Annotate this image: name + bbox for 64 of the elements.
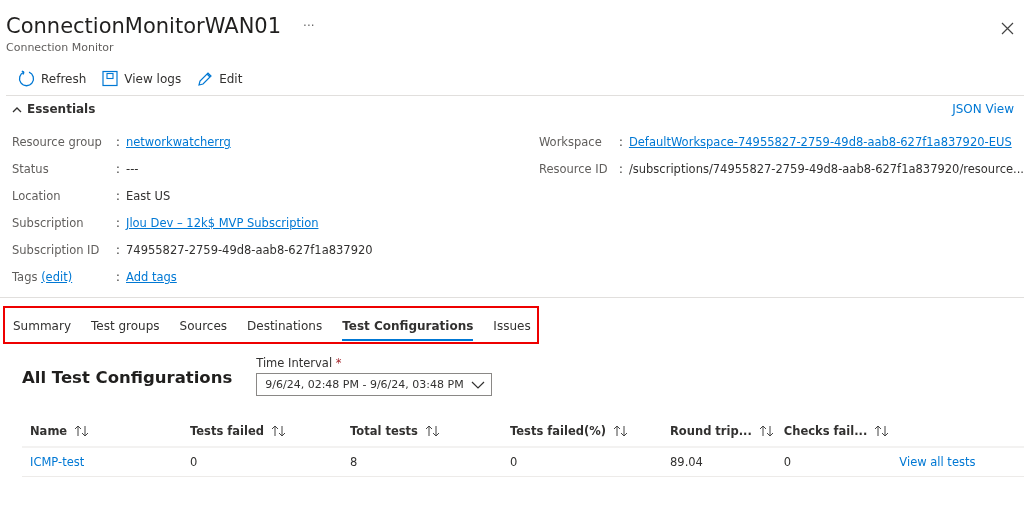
- view-all-tests-link[interactable]: View all tests: [899, 455, 976, 469]
- field-link[interactable]: Jlou Dev – 12k$ MVP Subscription: [126, 215, 319, 230]
- chevron-icon: [471, 380, 486, 389]
- column-header: Total tests: [350, 424, 418, 438]
- sort-icon[interactable]: [757, 425, 776, 437]
- separator: :: [618, 134, 624, 149]
- sort-icon[interactable]: [270, 425, 288, 437]
- json-view-link[interactable]: JSON View: [952, 102, 1014, 116]
- field-link[interactable]: networkwatcherrg: [126, 134, 231, 149]
- refresh-button[interactable]: Refresh: [18, 70, 87, 87]
- field-label: Time Interval *: [256, 356, 343, 370]
- add-tags-link[interactable]: Add tags: [126, 270, 177, 284]
- tab[interactable]: Test groups: [91, 315, 160, 341]
- column-header: Name: [30, 424, 68, 438]
- tab[interactable]: Destinations: [247, 315, 323, 341]
- logs-button[interactable]: View logs: [102, 70, 182, 87]
- field-label: Resource group: [12, 134, 103, 149]
- time-interval-dropdown[interactable]: 9/6/24, 02:48 PM - 9/6/24, 03:48 PM: [256, 373, 493, 396]
- page-title: ConnectionMonitorWAN01: [6, 14, 282, 38]
- separator: :: [116, 161, 121, 176]
- tab[interactable]: Sources: [179, 315, 228, 341]
- edit-link[interactable]: (edit): [41, 270, 73, 284]
- edit-button[interactable]: Edit: [197, 70, 243, 87]
- separator: :: [618, 161, 624, 176]
- field-link[interactable]: DefaultWorkspace-74955827-2759-49d8-aab8-627f1a837920-EUS: [628, 134, 1012, 149]
- separator: :: [116, 270, 121, 284]
- field-label: Status: [12, 161, 50, 176]
- log-icon: [102, 70, 119, 87]
- separator: :: [116, 188, 121, 203]
- more-button[interactable]: ···: [303, 19, 315, 33]
- section-title: All Test Configurations: [22, 368, 233, 389]
- separator: :: [116, 242, 121, 257]
- field-label: Subscription ID: [12, 242, 101, 257]
- close-icon[interactable]: [1001, 22, 1014, 35]
- essentials-toggle[interactable]: Essentials: [12, 102, 96, 116]
- field-value: /subscriptions/74955827-2759-49d8-aab8-627f1a837920/resource...: [628, 161, 1024, 176]
- column-header: Tests failed(%): [510, 424, 607, 438]
- chevron-icon: [12, 105, 22, 113]
- field-label: Tags (edit): [12, 270, 74, 284]
- refresh-icon: [18, 70, 35, 87]
- table-cell: 89.04: [670, 455, 703, 469]
- table-cell: 0: [190, 455, 198, 469]
- pencil-icon: [197, 70, 214, 87]
- column-header: Tests failed: [190, 424, 264, 438]
- field-value: East US: [126, 188, 171, 203]
- table-cell: 0: [510, 455, 518, 469]
- field-value: 74955827-2759-49d8-aab8-627f1a837920: [126, 242, 373, 257]
- tab[interactable]: Issues: [493, 315, 531, 341]
- page-subtitle: Connection Monitor: [5, 40, 115, 54]
- field-value: ---: [126, 161, 139, 176]
- separator: :: [116, 134, 121, 149]
- name-link[interactable]: ICMP-test: [30, 455, 85, 469]
- sort-icon[interactable]: [423, 425, 442, 437]
- field-label: Workspace: [538, 134, 603, 149]
- table-cell: 8: [350, 455, 358, 469]
- column-header: Checks fail...: [783, 424, 868, 438]
- tab[interactable]: Summary: [13, 315, 71, 341]
- table-cell: 0: [783, 455, 792, 469]
- column-header: Round trip...: [670, 424, 752, 438]
- tab[interactable]: Test Configurations: [342, 315, 474, 341]
- field-label: Location: [12, 188, 62, 203]
- field-label: Subscription: [12, 215, 85, 230]
- field-label: Resource ID: [538, 161, 609, 176]
- separator: :: [116, 215, 121, 230]
